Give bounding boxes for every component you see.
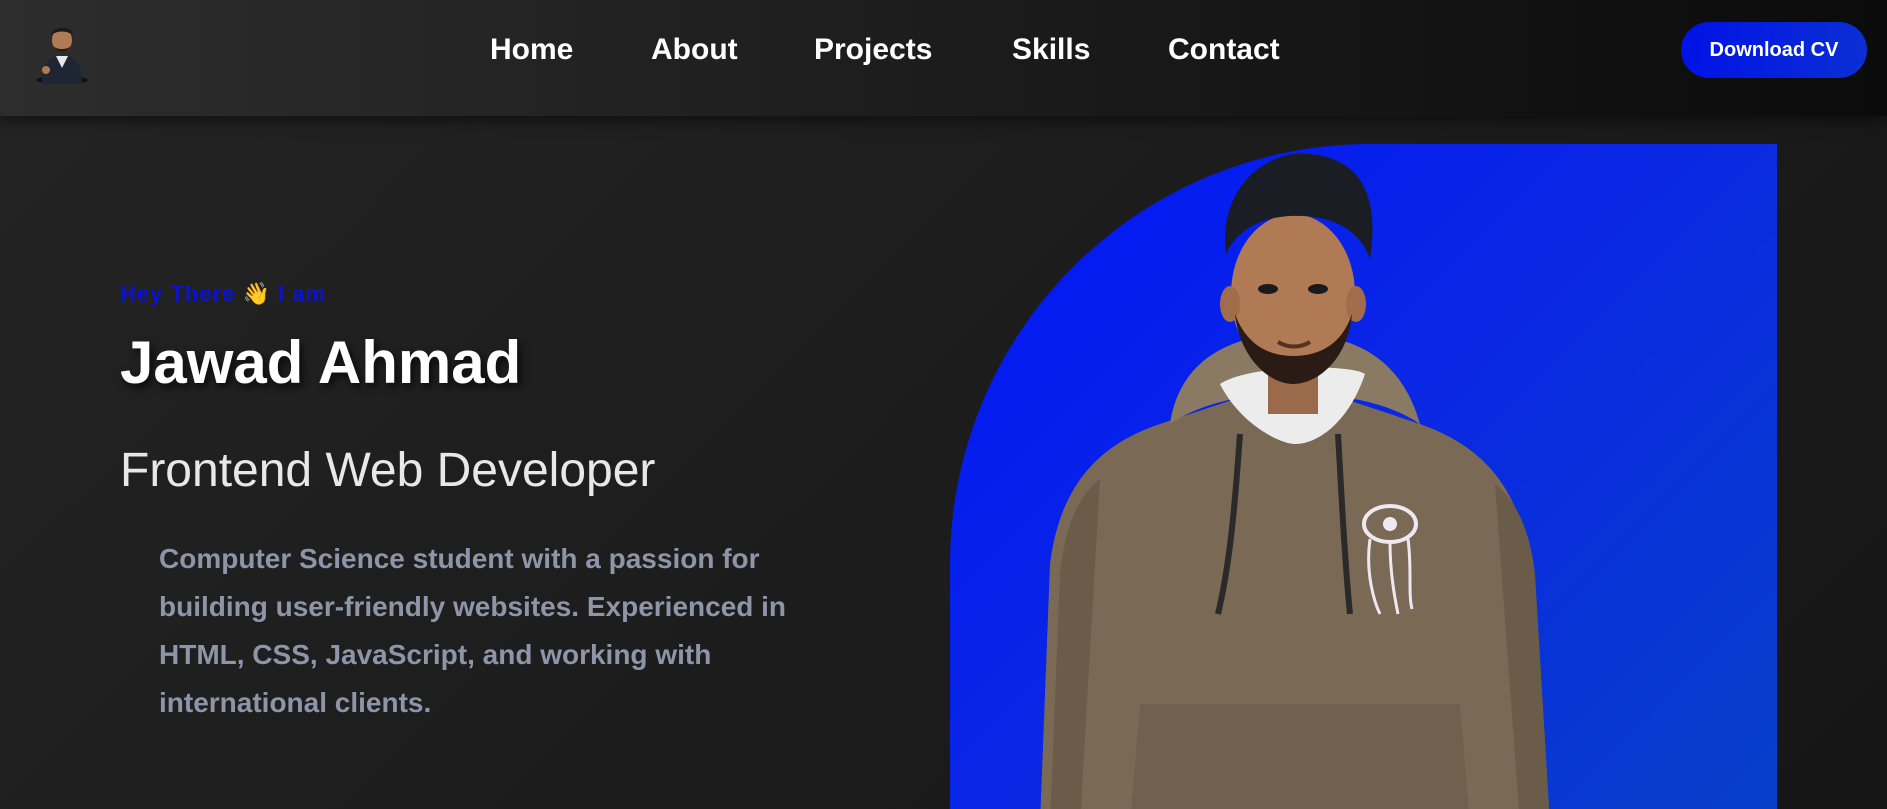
portrait-photo-icon [1040,153,1550,809]
hero-role: Frontend Web Developer [120,444,656,497]
nav-link-contact[interactable]: Contact [1168,28,1280,72]
hero-greeting: Hey There 👋 I am [120,281,327,306]
hero-name: Jawad Ahmad [120,329,522,396]
portrait-frame [950,144,1777,809]
nav-link-projects[interactable]: Projects [814,28,932,72]
nav-link-skills[interactable]: Skills [1012,28,1090,72]
page: Home About Projects Skills Contact Downl… [0,0,1887,809]
nav-link-home[interactable]: Home [490,28,573,72]
hero-description: Computer Science student with a passion … [159,543,787,718]
download-cv-button[interactable]: Download CV [1681,22,1867,78]
nav-menu: Home About Projects Skills Contact [0,28,1887,72]
navbar: Home About Projects Skills Contact Downl… [0,0,1887,116]
nav-link-about[interactable]: About [651,28,738,72]
